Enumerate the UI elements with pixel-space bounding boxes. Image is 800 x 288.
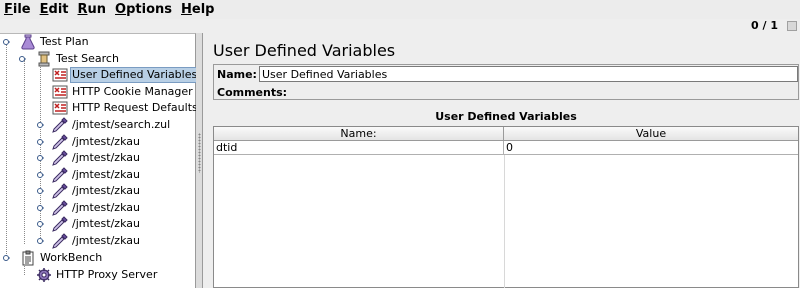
tree-node-sampler[interactable]: /jmtest/zkau [36, 233, 142, 249]
tree-node-cookie-manager[interactable]: HTTP Cookie Manager [52, 84, 195, 100]
collapse-handle-icon[interactable] [36, 187, 44, 195]
menu-file[interactable]: File [0, 1, 36, 19]
spool-icon [38, 51, 50, 67]
tree-node-label: /jmtest/zkau [72, 135, 140, 148]
menu-bar: File Edit Run Options Help [0, 0, 800, 19]
tree-node-label: /jmtest/zkau [72, 201, 140, 214]
thread-counter: 0 / 1 [751, 19, 778, 32]
expand-handle-icon[interactable] [18, 55, 26, 63]
collapse-handle-icon[interactable] [36, 220, 44, 228]
tree-node-request-defaults[interactable]: HTTP Request Defaults [52, 100, 200, 116]
split-pane-divider[interactable] [196, 33, 203, 288]
tree-node-sampler[interactable]: /jmtest/zkau [36, 150, 142, 166]
table-row[interactable]: dtid 0 [214, 141, 798, 155]
tree-node-label: HTTP Cookie Manager [72, 85, 193, 98]
tree-node-label: /jmtest/zkau [72, 217, 140, 230]
collapse-handle-icon[interactable] [36, 138, 44, 146]
pipette-icon [52, 167, 68, 183]
expand-handle-icon[interactable] [2, 254, 10, 262]
variables-table[interactable]: Name: Value dtid 0 [213, 126, 799, 288]
menu-edit[interactable]: Edit [36, 1, 74, 19]
pipette-icon [52, 233, 68, 249]
tree-node-label: /jmtest/zkau [72, 151, 140, 164]
tree-node-label: Test Plan [40, 35, 89, 48]
collapse-handle-icon[interactable] [36, 154, 44, 162]
clipboard-icon [22, 250, 34, 266]
divider-grip [198, 133, 201, 173]
column-header-value[interactable]: Value [504, 127, 798, 141]
collapse-handle-icon[interactable] [36, 121, 44, 129]
pipette-icon [52, 134, 68, 150]
page-title: User Defined Variables [213, 41, 396, 60]
tree-node-label: /jmtest/search.zul [72, 118, 171, 131]
pipette-icon [52, 150, 68, 166]
tree-node-user-defined-variables[interactable]: User Defined Variables [52, 67, 200, 83]
column-divider [504, 155, 505, 288]
tree-node-proxy-server[interactable]: HTTP Proxy Server [36, 267, 159, 283]
comments-label: Comments: [217, 86, 288, 99]
tree-connector [24, 60, 25, 244]
tree-node-sampler[interactable]: /jmtest/zkau [36, 167, 142, 183]
cell-name[interactable]: dtid [214, 141, 504, 154]
tree-node-sampler[interactable]: /jmtest/zkau [36, 216, 142, 232]
table-header: Name: Value [214, 127, 798, 141]
tree-node-label: HTTP Proxy Server [56, 268, 158, 281]
tree-node-sampler[interactable]: /jmtest/zkau [36, 200, 142, 216]
tree-node-label: HTTP Request Defaults [72, 101, 198, 114]
tree-node-workbench[interactable]: WorkBench [2, 250, 104, 266]
collapse-handle-icon[interactable] [36, 171, 44, 179]
pipette-icon [52, 216, 68, 232]
config-element-icon [52, 85, 68, 99]
tree-node-label: /jmtest/zkau [72, 234, 140, 247]
name-label: Name: [217, 68, 257, 81]
menu-run[interactable]: Run [74, 1, 112, 19]
status-row: 0 / 1 [0, 19, 800, 33]
status-indicator-icon [787, 21, 797, 31]
gear-icon [37, 268, 51, 282]
tree-node-label: Test Search [56, 52, 119, 65]
element-panel: User Defined Variables Name: Comments: U… [204, 33, 800, 288]
menu-help[interactable]: Help [177, 1, 219, 19]
pipette-icon [52, 117, 68, 133]
name-comments-box: Name: Comments: [213, 64, 799, 100]
menu-options[interactable]: Options [111, 1, 177, 19]
tree-node-sampler[interactable]: /jmtest/zkau [36, 183, 142, 199]
tree-node-label: WorkBench [40, 251, 103, 264]
pipette-icon [52, 183, 68, 199]
tree-node-sampler[interactable]: /jmtest/search.zul [36, 117, 172, 133]
tree-node-label: /jmtest/zkau [72, 168, 140, 181]
flask-icon [21, 34, 35, 50]
collapse-handle-icon[interactable] [36, 237, 44, 245]
tree-connector [6, 43, 7, 258]
table-title: User Defined Variables [435, 110, 577, 123]
collapse-handle-icon[interactable] [36, 204, 44, 212]
tree-node-label: User Defined Variables [70, 67, 200, 83]
tree-node-label: /jmtest/zkau [72, 184, 140, 197]
name-field[interactable] [259, 66, 798, 82]
column-header-name[interactable]: Name: [214, 127, 504, 141]
test-plan-tree[interactable]: Test Plan Test Search User Defined Varia… [0, 33, 200, 288]
expand-handle-icon[interactable] [2, 38, 10, 46]
cell-value[interactable]: 0 [504, 141, 798, 154]
pipette-icon [52, 200, 68, 216]
tree-node-thread-group[interactable]: Test Search [18, 51, 121, 67]
config-element-icon [52, 68, 68, 82]
tree-node-test-plan[interactable]: Test Plan [2, 34, 91, 50]
tree-node-sampler[interactable]: /jmtest/zkau [36, 134, 142, 150]
config-element-icon [52, 101, 68, 115]
